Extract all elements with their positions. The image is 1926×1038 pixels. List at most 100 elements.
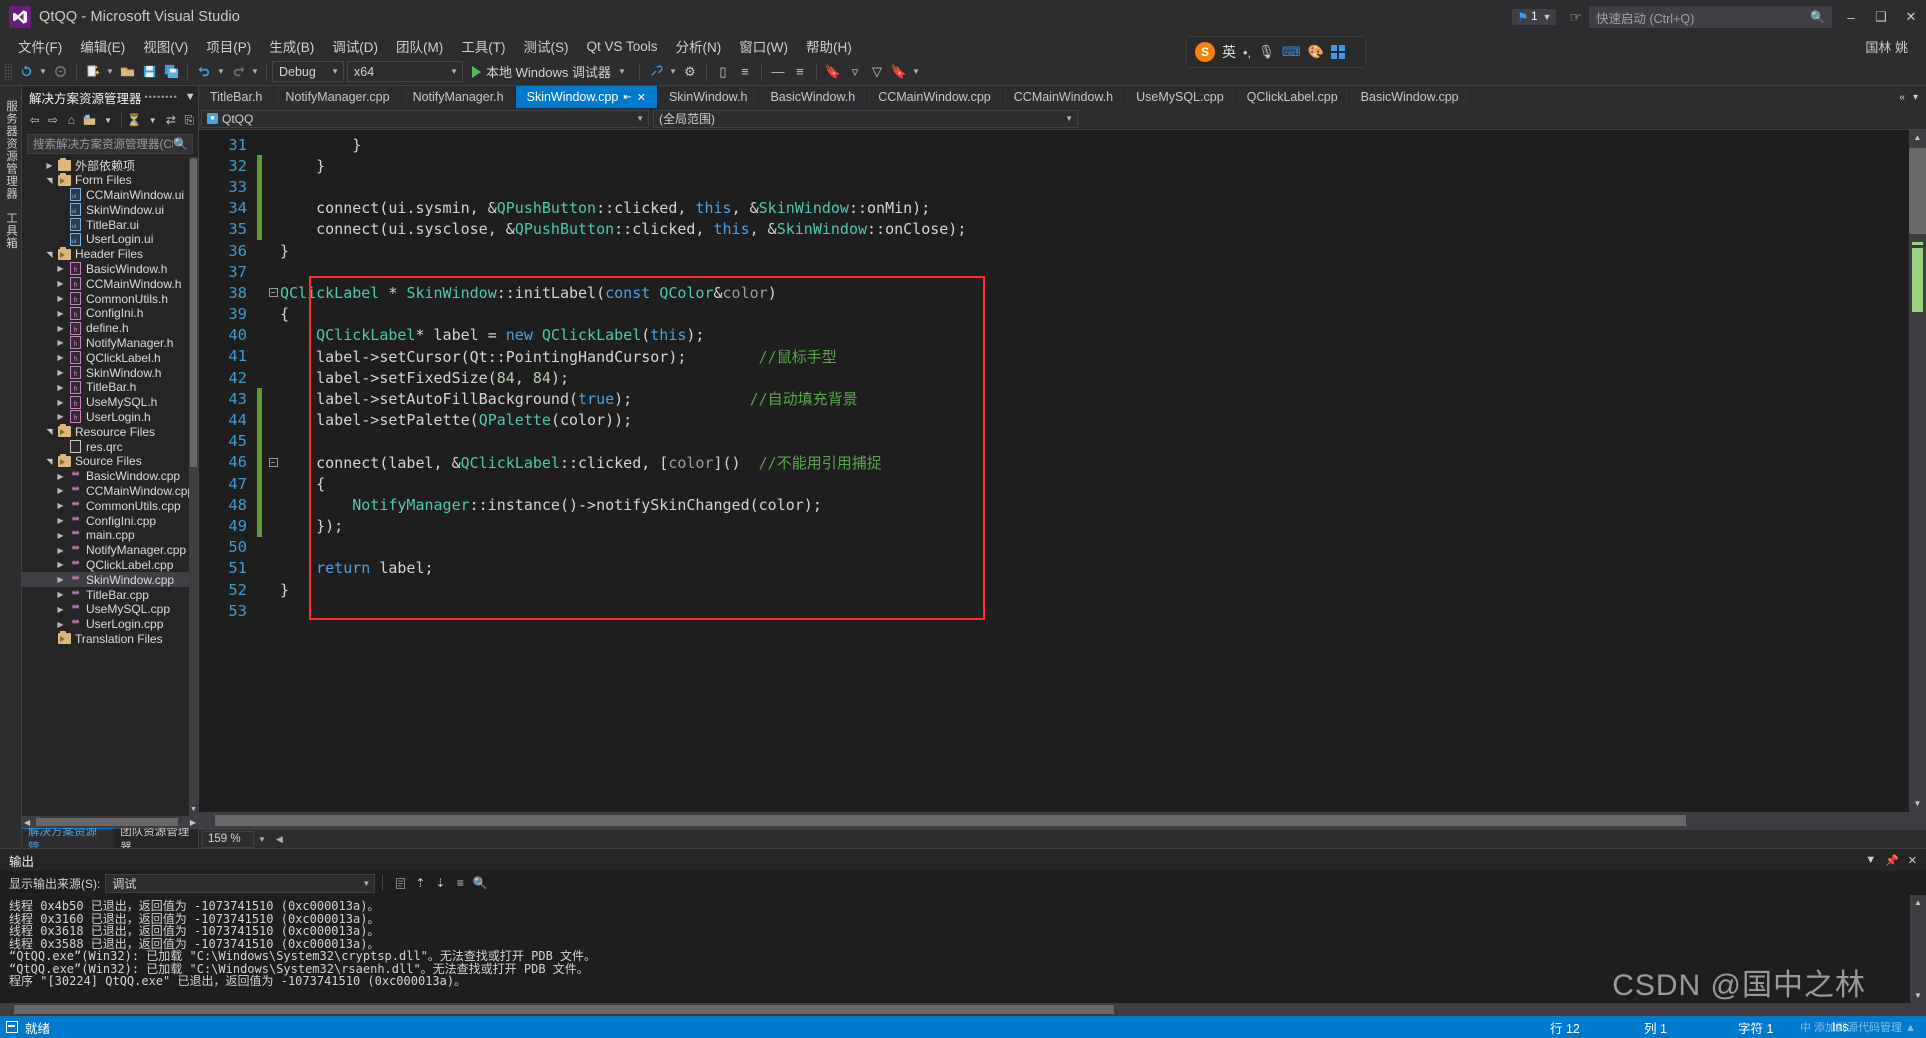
editor-tab-skinwindow-h[interactable]: SkinWindow.h bbox=[658, 86, 760, 108]
hscrollbar-thumb[interactable] bbox=[215, 815, 1686, 826]
find-icon[interactable]: 🔍 bbox=[470, 873, 490, 893]
properties-icon[interactable]: ⎘ bbox=[181, 110, 198, 130]
attach-process-icon[interactable] bbox=[645, 61, 667, 83]
tab-solution-explorer[interactable]: 解决方案资源管... bbox=[22, 826, 115, 854]
debug-settings-icon[interactable]: ⚙ bbox=[679, 61, 701, 83]
tree-node-userlogin-ui[interactable]: UserLogin.ui bbox=[22, 232, 198, 247]
user-account-label[interactable]: 国林 姚 bbox=[1865, 37, 1908, 56]
chevron-down-icon[interactable]: ▼ bbox=[249, 67, 261, 76]
chevron-collapsed-icon[interactable]: ▶ bbox=[54, 560, 67, 569]
hscrollbar-thumb[interactable] bbox=[36, 818, 178, 826]
chevron-collapsed-icon[interactable]: ▶ bbox=[54, 383, 67, 392]
ime-mode-label[interactable]: 英 bbox=[1222, 42, 1236, 62]
output-horizontal-scrollbar[interactable] bbox=[0, 1003, 1926, 1016]
back-icon[interactable]: ⇦ bbox=[26, 110, 43, 130]
scroll-right-icon[interactable]: ▶ bbox=[190, 818, 196, 827]
home-icon[interactable]: ⌂ bbox=[63, 110, 80, 130]
chevron-collapsed-icon[interactable]: ▶ bbox=[54, 575, 67, 584]
tree-node-qclicklabel-cpp[interactable]: ▶ ** QClickLabel.cpp bbox=[22, 558, 198, 573]
chevron-collapsed-icon[interactable]: ▶ bbox=[54, 353, 67, 362]
output-text[interactable]: 线程 0x4b50 已退出，返回值为 -1073741510 (0xc00001… bbox=[0, 895, 1926, 1003]
redo-icon[interactable] bbox=[227, 61, 249, 83]
nav-back-icon[interactable] bbox=[15, 61, 37, 83]
editor-tab-titlebar-h[interactable]: TitleBar.h bbox=[199, 86, 275, 108]
editor-tab-notifymanager-h[interactable]: NotifyManager.h bbox=[402, 86, 516, 108]
chevron-collapsed-icon[interactable]: ▶ bbox=[54, 324, 67, 333]
menu-help[interactable]: 帮助(H) bbox=[797, 34, 861, 58]
vertical-tab-toolbox[interactable]: 工具箱 bbox=[0, 206, 22, 256]
tree-node-basicwindow-h[interactable]: ▶ BasicWindow.h bbox=[22, 262, 198, 277]
bookmark-prev-icon[interactable]: ▿ bbox=[844, 61, 866, 83]
editor-tab-basicwindow-cpp[interactable]: BasicWindow.cpp bbox=[1350, 86, 1471, 108]
tab-list-dropdown-icon[interactable]: ▾ bbox=[1909, 92, 1922, 103]
tree-node-usemysql-cpp[interactable]: ▶ ** UseMySQL.cpp bbox=[22, 602, 198, 617]
tree-node-header-files[interactable]: ◥ Header Files bbox=[22, 246, 198, 262]
code-line[interactable]: 39 { bbox=[199, 304, 1909, 325]
menu-debug[interactable]: 调试(D) bbox=[323, 34, 387, 58]
scroll-up-icon[interactable]: ▲ bbox=[1909, 130, 1926, 146]
pin-icon[interactable]: 📌 bbox=[1885, 854, 1899, 867]
forward-icon[interactable]: ⇨ bbox=[44, 110, 61, 130]
nav-forward-icon[interactable] bbox=[49, 61, 71, 83]
chevron-down-icon[interactable]: ▼ bbox=[144, 110, 161, 130]
tree-node-main-cpp[interactable]: ▶ ** main.cpp bbox=[22, 528, 198, 543]
toolbox-icon[interactable] bbox=[1330, 45, 1345, 59]
chevron-collapsed-icon[interactable]: ▶ bbox=[54, 472, 67, 481]
chevron-expanded-icon[interactable]: ◥ bbox=[43, 250, 56, 259]
tree-node-commonutils-h[interactable]: ▶ CommonUtils.h bbox=[22, 291, 198, 306]
close-button[interactable]: ✕ bbox=[1896, 0, 1926, 34]
editor-tab-ccmainwindow-cpp[interactable]: CCMainWindow.cpp bbox=[867, 86, 1003, 108]
output-vertical-scrollbar[interactable]: ▲ ▼ bbox=[1910, 895, 1926, 1003]
code-line[interactable]: 51 return label; bbox=[199, 558, 1909, 579]
chevron-down-icon[interactable]: ▼ bbox=[104, 67, 116, 76]
chevron-down-icon[interactable]: ▼ bbox=[185, 91, 196, 103]
minimize-button[interactable]: – bbox=[1836, 0, 1866, 34]
scroll-down-icon[interactable]: ▼ bbox=[1909, 796, 1926, 812]
chevron-collapsed-icon[interactable]: ▶ bbox=[54, 368, 67, 377]
solution-explorer-search-input[interactable]: 搜索解决方案资源管理器(Ctrl+; 🔍 bbox=[27, 134, 193, 154]
scroll-down-icon[interactable]: ▼ bbox=[1910, 988, 1926, 1003]
show-all-files-icon[interactable] bbox=[81, 110, 98, 130]
tree-node-basicwindow-cpp[interactable]: ▶ ** BasicWindow.cpp bbox=[22, 469, 198, 484]
solution-platform-combo[interactable]: x64 ▼ bbox=[347, 61, 463, 82]
menu-edit[interactable]: 编辑(E) bbox=[71, 34, 134, 58]
close-icon[interactable]: ✕ bbox=[1908, 854, 1917, 867]
project-scope-combo[interactable]: ■ QtQQ ▼ bbox=[201, 109, 649, 128]
solution-tree-hscrollbar[interactable]: ◀ ▶ bbox=[22, 816, 198, 828]
chevron-collapsed-icon[interactable]: ▶ bbox=[54, 501, 67, 510]
code-line[interactable]: 42 label->setFixedSize(84, 84); bbox=[199, 367, 1909, 388]
menu-project[interactable]: 项目(P) bbox=[197, 34, 260, 58]
code-line[interactable]: 32 } bbox=[199, 155, 1909, 177]
menu-team[interactable]: 团队(M) bbox=[387, 34, 452, 58]
tree-node-configini-cpp[interactable]: ▶ ** ConfigIni.cpp bbox=[22, 513, 198, 528]
skin-icon[interactable]: 🎨 bbox=[1307, 44, 1323, 60]
tree-node-titlebar-cpp[interactable]: ▶ ** TitleBar.cpp bbox=[22, 587, 198, 602]
editor-tab-qclicklabel-cpp[interactable]: QClickLabel.cpp bbox=[1236, 86, 1350, 108]
punctuation-icon[interactable]: •, bbox=[1243, 45, 1251, 60]
code-line[interactable]: 34 connect(ui.sysmin, &QPushButton::clic… bbox=[199, 197, 1909, 219]
word-wrap-icon[interactable]: ≡ bbox=[450, 873, 470, 893]
chevron-collapsed-icon[interactable]: ▶ bbox=[54, 531, 67, 540]
bookmark-clear-icon[interactable]: 🔖 bbox=[888, 61, 910, 83]
editor-tab-skinwindow-cpp[interactable]: SkinWindow.cpp ⇤ ✕ bbox=[515, 86, 658, 108]
tree-node-define-h[interactable]: ▶ define.h bbox=[22, 321, 198, 336]
tree-node-ccmainwindow-h[interactable]: ▶ CCMainWindow.h bbox=[22, 276, 198, 291]
editor-tab-ccmainwindow-h[interactable]: CCMainWindow.h bbox=[1003, 86, 1126, 108]
tree-node-source-files[interactable]: ◥ Source Files bbox=[22, 453, 198, 469]
pin-icon[interactable]: ⇤ bbox=[623, 92, 631, 103]
sync-icon[interactable]: ⇄ bbox=[162, 110, 179, 130]
undo-icon[interactable] bbox=[193, 61, 215, 83]
tree-node-titlebar-ui[interactable]: TitleBar.ui bbox=[22, 217, 198, 232]
fold-indicator[interactable]: − bbox=[266, 287, 280, 298]
code-line[interactable]: 52} bbox=[199, 579, 1909, 600]
quick-launch-input[interactable]: 快速启动 (Ctrl+Q) 🔍 bbox=[1589, 6, 1832, 28]
solution-configuration-combo[interactable]: Debug ▼ bbox=[272, 61, 344, 82]
tree-node-configini-h[interactable]: ▶ ConfigIni.h bbox=[22, 306, 198, 321]
search-icon[interactable]: 🔍 bbox=[173, 137, 188, 151]
sogou-ime-bar[interactable]: S 英 •, 🎙 ⌨ 🎨 bbox=[1186, 36, 1366, 68]
chevron-collapsed-icon[interactable]: ▶ bbox=[54, 412, 67, 421]
solution-tree[interactable]: ▶外部依赖项◥Form FilesCCMainWindow.uiSkinWind… bbox=[22, 157, 198, 816]
chevron-collapsed-icon[interactable]: ▶ bbox=[54, 398, 67, 407]
chevron-down-icon[interactable]: ▼ bbox=[258, 835, 266, 844]
tree-node-res-qrc[interactable]: res.qrc bbox=[22, 439, 198, 454]
